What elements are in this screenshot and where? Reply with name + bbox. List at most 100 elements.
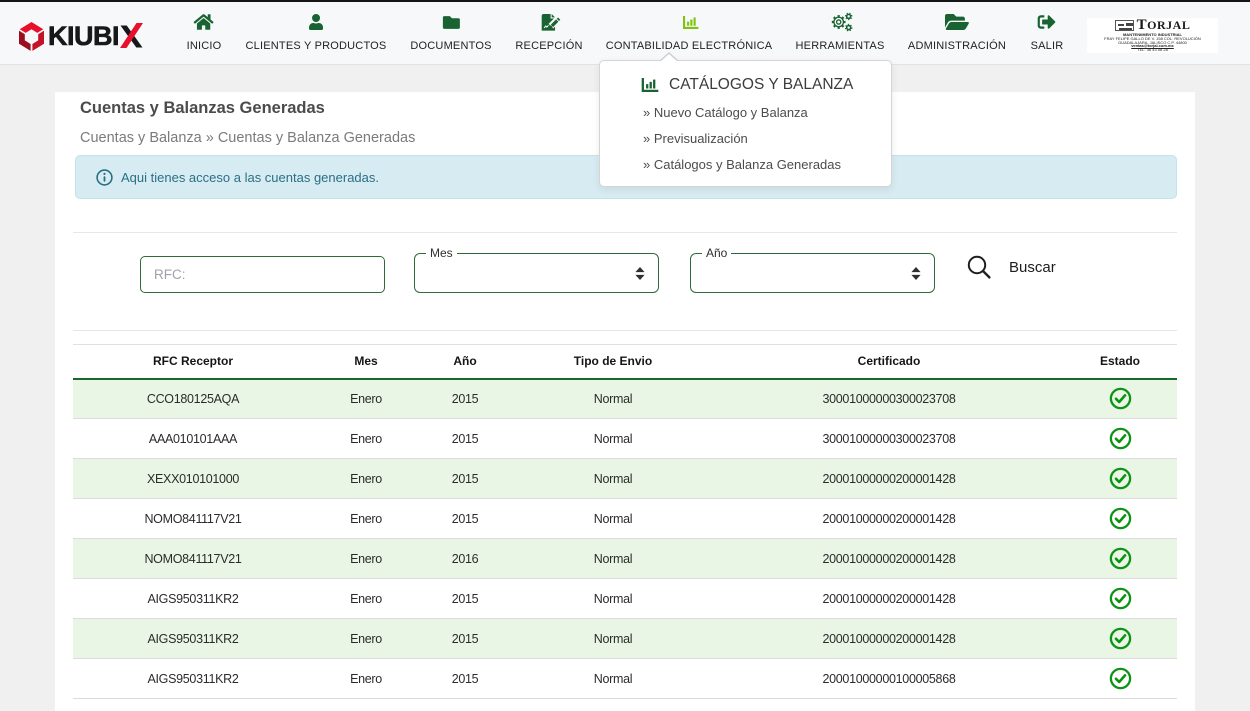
- torjal-header: TORJAL: [1087, 19, 1218, 32]
- ano-label: Año: [702, 246, 731, 260]
- ano-select[interactable]: Año: [690, 246, 935, 293]
- divider: [73, 330, 1177, 331]
- bar-chart-icon: [606, 12, 773, 32]
- menu-item-nuevo-catalogo[interactable]: » Nuevo Catálogo y Balanza: [643, 105, 891, 120]
- nav-item-label: DOCUMENTOS: [410, 40, 491, 52]
- cell-tipo: Normal: [511, 539, 715, 579]
- kiubix-cube-icon: [18, 21, 45, 52]
- filter-bar: Mes Año Buscar: [73, 233, 1177, 292]
- nav-item-documentos[interactable]: DOCUMENTOS: [410, 12, 491, 52]
- torjal-address: MANTENIMIENTO INDUSTRIAL FRAY FELIPE GAL…: [1087, 33, 1218, 52]
- info-alert-text: Aqui tienes acceso a las cuentas generad…: [121, 170, 379, 185]
- cell-cert: 20001000000200001428: [715, 459, 1063, 499]
- nav-item-contabilidad-electr-nica[interactable]: CONTABILIDAD ELECTRÓNICA: [606, 12, 773, 52]
- cell-tipo: Normal: [511, 459, 715, 499]
- nav-item-recepci-n[interactable]: RECEPCIÓN: [515, 12, 582, 52]
- mes-label: Mes: [426, 246, 457, 260]
- cell-mes: Enero: [313, 499, 419, 539]
- mes-select[interactable]: Mes: [414, 246, 659, 293]
- check-circle-icon: [1109, 427, 1132, 450]
- results-table: RFC Receptor Mes Año Tipo de Envio Certi…: [73, 344, 1177, 699]
- cell-ano: 2015: [419, 459, 511, 499]
- cell-estado: [1063, 539, 1177, 579]
- cell-ano: 2016: [419, 539, 511, 579]
- kiubix-logo[interactable]: KIUBI: [18, 21, 143, 52]
- col-ano: Año: [419, 345, 511, 379]
- cell-mes: Enero: [313, 619, 419, 659]
- bar-chart-icon: [641, 78, 659, 92]
- cell-ano: 2015: [419, 379, 511, 419]
- cell-cert: 20001000000200001428: [715, 619, 1063, 659]
- cell-rfc: CCO180125AQA: [73, 379, 313, 419]
- cell-estado: [1063, 419, 1177, 459]
- check-circle-icon: [1109, 627, 1132, 650]
- table-row: AIGS950311KR2Enero2015Normal200010000001…: [73, 659, 1177, 699]
- nav-item-herramientas[interactable]: HERRAMIENTAS: [796, 12, 885, 52]
- torjal-logo: TORJAL MANTENIMIENTO INDUSTRIAL FRAY FEL…: [1087, 18, 1218, 53]
- nav-item-label: INICIO: [187, 40, 222, 52]
- cell-tipo: Normal: [511, 419, 715, 459]
- brand-name: KIUBI: [48, 21, 119, 52]
- sort-icon: [635, 267, 645, 280]
- col-certificado: Certificado: [715, 345, 1063, 379]
- col-rfc-receptor: RFC Receptor: [73, 345, 313, 379]
- cell-cert: 20001000000200001428: [715, 539, 1063, 579]
- cell-estado: [1063, 579, 1177, 619]
- gears-icon: [796, 12, 885, 32]
- nav-item-salir[interactable]: SALIR: [1031, 12, 1064, 52]
- cell-ano: 2015: [419, 579, 511, 619]
- col-tipo-envio: Tipo de Envio: [511, 345, 715, 379]
- cell-mes: Enero: [313, 379, 419, 419]
- nav-item-clientes-y-productos[interactable]: CLIENTES Y PRODUCTOS: [246, 12, 387, 52]
- cell-ano: 2015: [419, 499, 511, 539]
- cell-rfc: NOMO841117V21: [73, 539, 313, 579]
- cell-estado: [1063, 459, 1177, 499]
- nav-item-label: CONTABILIDAD ELECTRÓNICA: [606, 40, 773, 52]
- table-row: NOMO841117V21Enero2015Normal200010000002…: [73, 499, 1177, 539]
- cell-ano: 2015: [419, 659, 511, 699]
- col-estado: Estado: [1063, 345, 1177, 379]
- nav-item-administraci-n[interactable]: ADMINISTRACIÓN: [908, 12, 1006, 52]
- cell-rfc: AAA010101AAA: [73, 419, 313, 459]
- cell-ano: 2015: [419, 419, 511, 459]
- table-row: XEXX010101000Enero2015Normal200010000002…: [73, 459, 1177, 499]
- home-icon: [187, 12, 222, 32]
- cell-rfc: AIGS950311KR2: [73, 619, 313, 659]
- cell-ano: 2015: [419, 619, 511, 659]
- check-circle-icon: [1109, 507, 1132, 530]
- cell-tipo: Normal: [511, 379, 715, 419]
- table-row: AIGS950311KR2Enero2015Normal200010000002…: [73, 619, 1177, 659]
- dropdown-caret-icon: [659, 52, 679, 61]
- cell-tipo: Normal: [511, 659, 715, 699]
- cell-cert: 30001000000300023708: [715, 379, 1063, 419]
- menu-item-previsualizacion[interactable]: » Previsualización: [643, 131, 891, 146]
- cell-mes: Enero: [313, 659, 419, 699]
- table-row: AAA010101AAAEnero2015Normal3000100000030…: [73, 419, 1177, 459]
- check-circle-icon: [1109, 547, 1132, 570]
- nav-item-label: HERRAMIENTAS: [796, 40, 885, 52]
- table-row: AIGS950311KR2Enero2015Normal200010000002…: [73, 579, 1177, 619]
- menu-item-catalogos-generadas[interactable]: » Catálogos y Balanza Generadas: [643, 157, 891, 172]
- col-mes: Mes: [313, 345, 419, 379]
- cell-mes: Enero: [313, 419, 419, 459]
- brand-x-icon: [120, 23, 143, 48]
- nav-item-inicio[interactable]: INICIO: [187, 12, 222, 52]
- dropdown-title: CATÁLOGOS Y BALANZA: [669, 76, 853, 94]
- check-circle-icon: [1109, 587, 1132, 610]
- table-header-row: RFC Receptor Mes Año Tipo de Envio Certi…: [73, 345, 1177, 379]
- search-button[interactable]: Buscar: [966, 254, 1056, 280]
- check-circle-icon: [1109, 667, 1132, 690]
- cell-estado: [1063, 499, 1177, 539]
- rfc-input[interactable]: [140, 256, 385, 293]
- table-body: CCO180125AQAEnero2015Normal3000100000030…: [73, 379, 1177, 699]
- sort-icon: [911, 267, 921, 280]
- cell-mes: Enero: [313, 579, 419, 619]
- cell-estado: [1063, 379, 1177, 419]
- torjal-picture: [1115, 20, 1134, 31]
- check-circle-icon: [1109, 387, 1132, 410]
- dropdown-header[interactable]: CATÁLOGOS Y BALANZA: [641, 76, 891, 94]
- table-row: CCO180125AQAEnero2015Normal3000100000030…: [73, 379, 1177, 419]
- cell-estado: [1063, 619, 1177, 659]
- info-icon: [96, 169, 113, 186]
- search-icon: [966, 254, 992, 280]
